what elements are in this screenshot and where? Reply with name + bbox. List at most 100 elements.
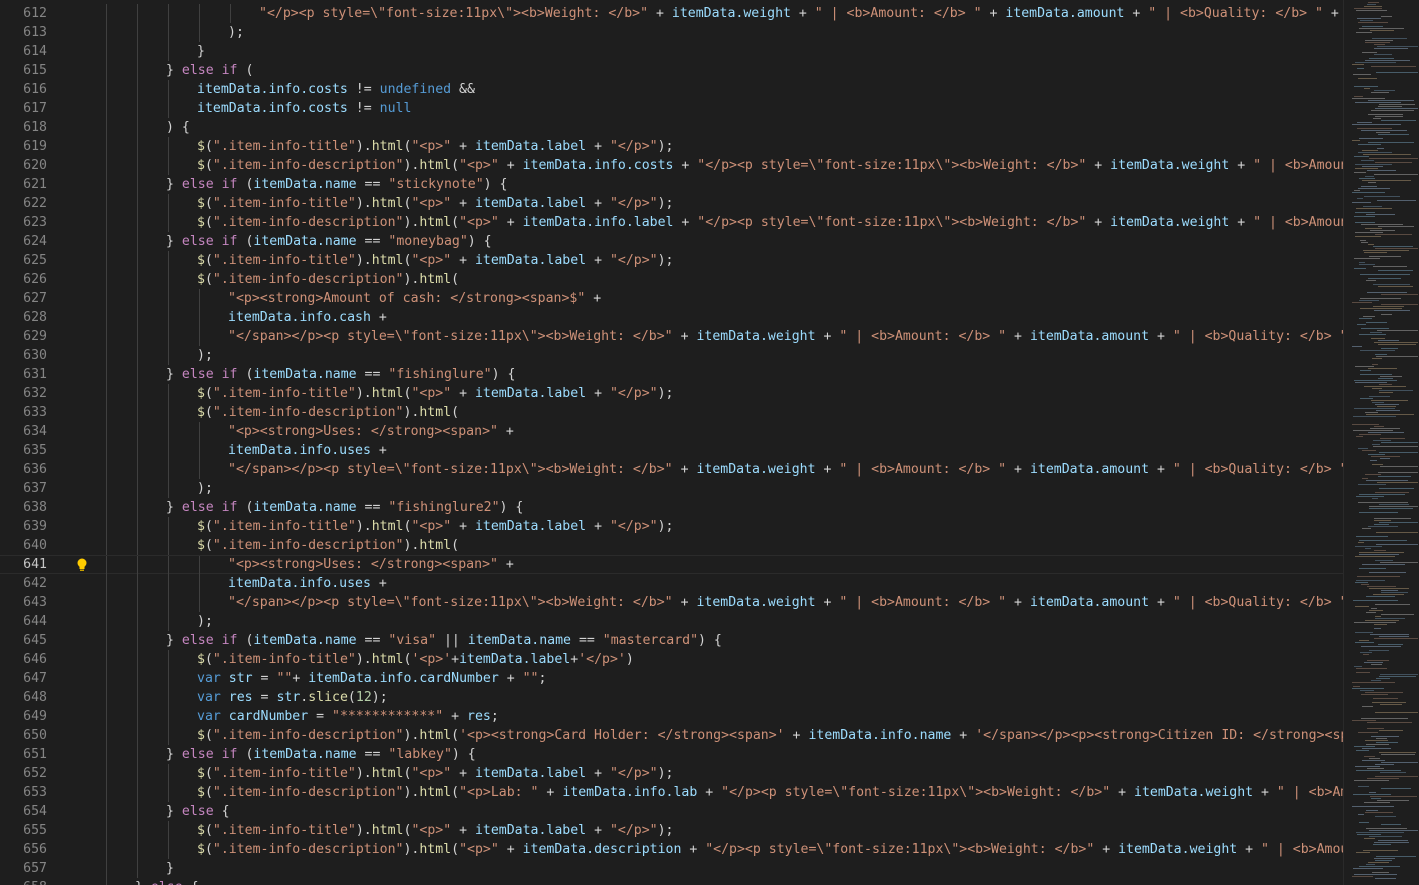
code-line[interactable]: 629 "</span></p><p style=\"font-size:11px… bbox=[0, 327, 1343, 346]
code-line[interactable]: 650 $(".item-info-description").html('<p>… bbox=[0, 726, 1343, 745]
code-text[interactable]: $(".item-info-description").html( bbox=[197, 536, 459, 555]
code-text[interactable]: $(".item-info-title").html("<p>" + itemD… bbox=[197, 194, 673, 213]
code-text[interactable]: } else if (itemData.name == "fishinglure… bbox=[166, 498, 523, 517]
code-line[interactable]: 617 itemData.info.costs != null bbox=[0, 99, 1343, 118]
code-text[interactable]: "</span></p><p style=\"font-size:11px\">… bbox=[228, 593, 1343, 612]
code-text[interactable]: } else if (itemData.name == "stickynote"… bbox=[166, 175, 507, 194]
code-text[interactable]: } else if (itemData.name == "visa" || it… bbox=[166, 631, 722, 650]
code-text[interactable]: $(".item-info-description").html("<p>Lab… bbox=[197, 783, 1343, 802]
code-text[interactable]: itemData.info.cash + bbox=[228, 308, 387, 327]
code-text[interactable]: } else if (itemData.name == "labkey") { bbox=[166, 745, 476, 764]
code-line[interactable]: 637); bbox=[0, 479, 1343, 498]
code-line[interactable]: 627 "<p><strong>Amount of cash: </strong>… bbox=[0, 289, 1343, 308]
code-line[interactable]: 634 "<p><strong>Uses: </strong><span>" + bbox=[0, 422, 1343, 441]
indent-guide bbox=[168, 289, 169, 308]
code-text[interactable]: } else if (itemData.name == "fishinglure… bbox=[166, 365, 515, 384]
code-text[interactable]: } bbox=[166, 859, 174, 878]
code-text[interactable]: "</span></p><p style=\"font-size:11px\">… bbox=[228, 460, 1343, 479]
code-text[interactable]: $(".item-info-title").html("<p>" + itemD… bbox=[197, 764, 673, 783]
code-line[interactable]: 616 itemData.info.costs != undefined && bbox=[0, 80, 1343, 99]
code-text[interactable]: ) { bbox=[166, 118, 190, 137]
code-line[interactable]: 652 $(".item-info-title").html("<p>" + it… bbox=[0, 764, 1343, 783]
code-line[interactable]: 649 var cardNumber = "************" + res… bbox=[0, 707, 1343, 726]
code-text[interactable]: "</span></p><p style=\"font-size:11px\">… bbox=[228, 327, 1343, 346]
code-line[interactable]: 628 itemData.info.cash + bbox=[0, 308, 1343, 327]
minimap-line bbox=[1372, 498, 1378, 499]
code-text[interactable]: "<p><strong>Amount of cash: </strong><sp… bbox=[228, 289, 601, 308]
code-line[interactable]: 646 $(".item-info-title").html('<p>'+item… bbox=[0, 650, 1343, 669]
code-text[interactable]: var cardNumber = "************" + res; bbox=[197, 707, 499, 726]
code-line[interactable]: 622 $(".item-info-title").html("<p>" + it… bbox=[0, 194, 1343, 213]
code-line[interactable]: 625 $(".item-info-title").html("<p>" + it… bbox=[0, 251, 1343, 270]
code-text[interactable]: ); bbox=[228, 23, 244, 42]
minimap-line bbox=[1379, 452, 1418, 453]
code-text[interactable]: itemData.info.costs != null bbox=[197, 99, 411, 118]
code-line[interactable]: 615} else if ( bbox=[0, 61, 1343, 80]
code-text[interactable]: "<p><strong>Uses: </strong><span>" + bbox=[228, 556, 514, 573]
code-text[interactable]: ); bbox=[197, 479, 213, 498]
code-line[interactable]: 635 itemData.info.uses + bbox=[0, 441, 1343, 460]
code-text[interactable]: var str = ""+ itemData.info.cardNumber +… bbox=[197, 669, 546, 688]
code-text[interactable]: $(".item-info-description").html( bbox=[197, 403, 459, 422]
code-text[interactable]: $(".item-info-description").html("<p>" +… bbox=[197, 840, 1343, 859]
code-text[interactable]: $(".item-info-description").html('<p><st… bbox=[197, 726, 1343, 745]
code-line[interactable]: 619 $(".item-info-title").html("<p>" + it… bbox=[0, 137, 1343, 156]
code-line[interactable]: 648 var res = str.slice(12); bbox=[0, 688, 1343, 707]
code-text[interactable]: $(".item-info-description").html( bbox=[197, 270, 459, 289]
code-line[interactable]: 626 $(".item-info-description").html( bbox=[0, 270, 1343, 289]
code-line[interactable]: 633 $(".item-info-description").html( bbox=[0, 403, 1343, 422]
code-text[interactable]: itemData.info.uses + bbox=[228, 441, 387, 460]
code-line[interactable]: 623 $(".item-info-description").html("<p>… bbox=[0, 213, 1343, 232]
code-text[interactable]: } else { bbox=[166, 802, 230, 821]
code-text[interactable]: "</p><p style=\"font-size:11px\"><b>Weig… bbox=[259, 4, 1343, 23]
lightbulb-icon[interactable] bbox=[76, 557, 88, 574]
code-line[interactable]: 621} else if (itemData.name == "stickyno… bbox=[0, 175, 1343, 194]
code-line[interactable]: 643 "</span></p><p style=\"font-size:11px… bbox=[0, 593, 1343, 612]
code-line[interactable]: 653 $(".item-info-description").html("<p>… bbox=[0, 783, 1343, 802]
code-line[interactable]: 612 "</p><p style=\"font-size:11px\"><b>W… bbox=[0, 4, 1343, 23]
code-line[interactable]: 620 $(".item-info-description").html("<p>… bbox=[0, 156, 1343, 175]
code-editor[interactable]: 612 "</p><p style=\"font-size:11px\"><b>W… bbox=[0, 0, 1343, 885]
minimap[interactable] bbox=[1343, 0, 1419, 885]
code-text[interactable]: $(".item-info-description").html("<p>" +… bbox=[197, 213, 1343, 232]
code-line[interactable]: 657} bbox=[0, 859, 1343, 878]
code-text[interactable]: $(".item-info-title").html("<p>" + itemD… bbox=[197, 137, 673, 156]
code-line[interactable]: 613); bbox=[0, 23, 1343, 42]
code-line[interactable]: 655 $(".item-info-title").html("<p>" + it… bbox=[0, 821, 1343, 840]
code-text[interactable]: itemData.info.uses + bbox=[228, 574, 387, 593]
code-text[interactable]: $(".item-info-title").html("<p>" + itemD… bbox=[197, 384, 673, 403]
code-line[interactable]: 630); bbox=[0, 346, 1343, 365]
code-line[interactable]: 638} else if (itemData.name == "fishingl… bbox=[0, 498, 1343, 517]
code-text[interactable]: } else if (itemData.name == "moneybag") … bbox=[166, 232, 492, 251]
code-text[interactable]: "<p><strong>Uses: </strong><span>" + bbox=[228, 422, 514, 441]
code-line[interactable]: 651} else if (itemData.name == "labkey")… bbox=[0, 745, 1343, 764]
code-line[interactable]: 645} else if (itemData.name == "visa" ||… bbox=[0, 631, 1343, 650]
code-line[interactable]: 639 $(".item-info-title").html("<p>" + it… bbox=[0, 517, 1343, 536]
code-line[interactable]: 632 $(".item-info-title").html("<p>" + it… bbox=[0, 384, 1343, 403]
code-text[interactable]: } else { bbox=[135, 878, 199, 885]
code-line[interactable]: 631} else if (itemData.name == "fishingl… bbox=[0, 365, 1343, 384]
code-line[interactable]: 644); bbox=[0, 612, 1343, 631]
code-line[interactable]: 636 "</span></p><p style=\"font-size:11px… bbox=[0, 460, 1343, 479]
code-text[interactable]: var res = str.slice(12); bbox=[197, 688, 388, 707]
code-line[interactable]: 624} else if (itemData.name == "moneybag… bbox=[0, 232, 1343, 251]
code-line[interactable]: 642 itemData.info.uses + bbox=[0, 574, 1343, 593]
code-line[interactable]: 640 $(".item-info-description").html( bbox=[0, 536, 1343, 555]
code-text[interactable]: } else if ( bbox=[166, 61, 253, 80]
code-line[interactable]: 641 "<p><strong>Uses: </strong><span>" + bbox=[0, 555, 1343, 575]
code-line[interactable]: 658} else { bbox=[0, 878, 1343, 885]
code-line[interactable]: 618) { bbox=[0, 118, 1343, 137]
code-line[interactable]: 614} bbox=[0, 42, 1343, 61]
code-text[interactable]: ); bbox=[197, 612, 213, 631]
code-line[interactable]: 654} else { bbox=[0, 802, 1343, 821]
code-text[interactable]: $(".item-info-title").html('<p>'+itemDat… bbox=[197, 650, 634, 669]
code-line[interactable]: 647 var str = ""+ itemData.info.cardNumbe… bbox=[0, 669, 1343, 688]
code-text[interactable]: ); bbox=[197, 346, 213, 365]
code-text[interactable]: $(".item-info-description").html("<p>" +… bbox=[197, 156, 1343, 175]
code-text[interactable]: } bbox=[197, 42, 205, 61]
code-text[interactable]: $(".item-info-title").html("<p>" + itemD… bbox=[197, 517, 673, 536]
code-text[interactable]: $(".item-info-title").html("<p>" + itemD… bbox=[197, 821, 673, 840]
code-text[interactable]: itemData.info.costs != undefined && bbox=[197, 80, 475, 99]
code-text[interactable]: $(".item-info-title").html("<p>" + itemD… bbox=[197, 251, 673, 270]
code-line[interactable]: 656 $(".item-info-description").html("<p>… bbox=[0, 840, 1343, 859]
